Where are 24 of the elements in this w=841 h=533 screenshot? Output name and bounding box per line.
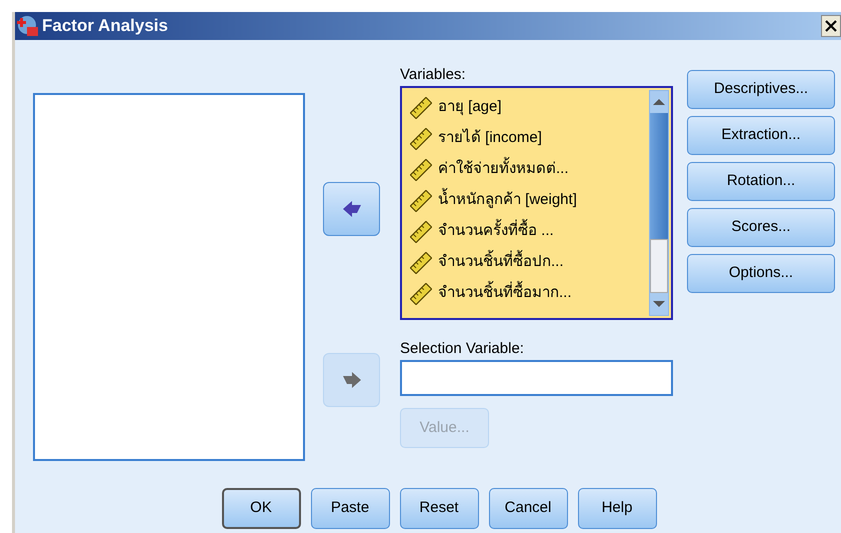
app-icon [17,15,39,37]
variables-label: Variables: [400,66,467,84]
arrow-icon [340,200,362,218]
option-button[interactable]: Options... [687,254,835,293]
close-icon [825,20,837,32]
selection-variable-field[interactable] [400,360,673,396]
move-left-button[interactable] [323,182,380,236]
source-list[interactable] [33,93,305,461]
option-button[interactable]: Extraction... [687,116,835,155]
option-button[interactable]: Scores... [687,208,835,247]
close-button[interactable] [821,15,841,37]
dialog-button[interactable]: Paste [310,488,390,529]
dialog-button[interactable]: Help [578,488,656,529]
scrollbar-thumb[interactable] [650,239,668,293]
selection-variable-label: Selection Variable: [400,340,525,358]
option-button[interactable]: Descriptives... [687,70,835,109]
option-button[interactable]: Rotation... [687,162,835,201]
dialog-button[interactable]: OK [222,488,300,529]
window-title: Factor Analysis [42,15,168,38]
dialog-button[interactable]: Cancel [488,488,568,529]
dialog-button[interactable]: Reset [400,488,478,529]
variables-list[interactable]: อายุ [age] รายได้ [income] ค่าใช้จ่ายทั้งหมดต่... น้ำหนักลูกค้า [weight] จำนวนครั้งที่ซื้อ ... จำนวนชิ้นที่ซื้อปก... จำนวนชิ้นที่ซื้อมาก... [400,86,673,320]
scrollbar[interactable] [649,90,669,316]
arrow-icon [340,371,362,389]
